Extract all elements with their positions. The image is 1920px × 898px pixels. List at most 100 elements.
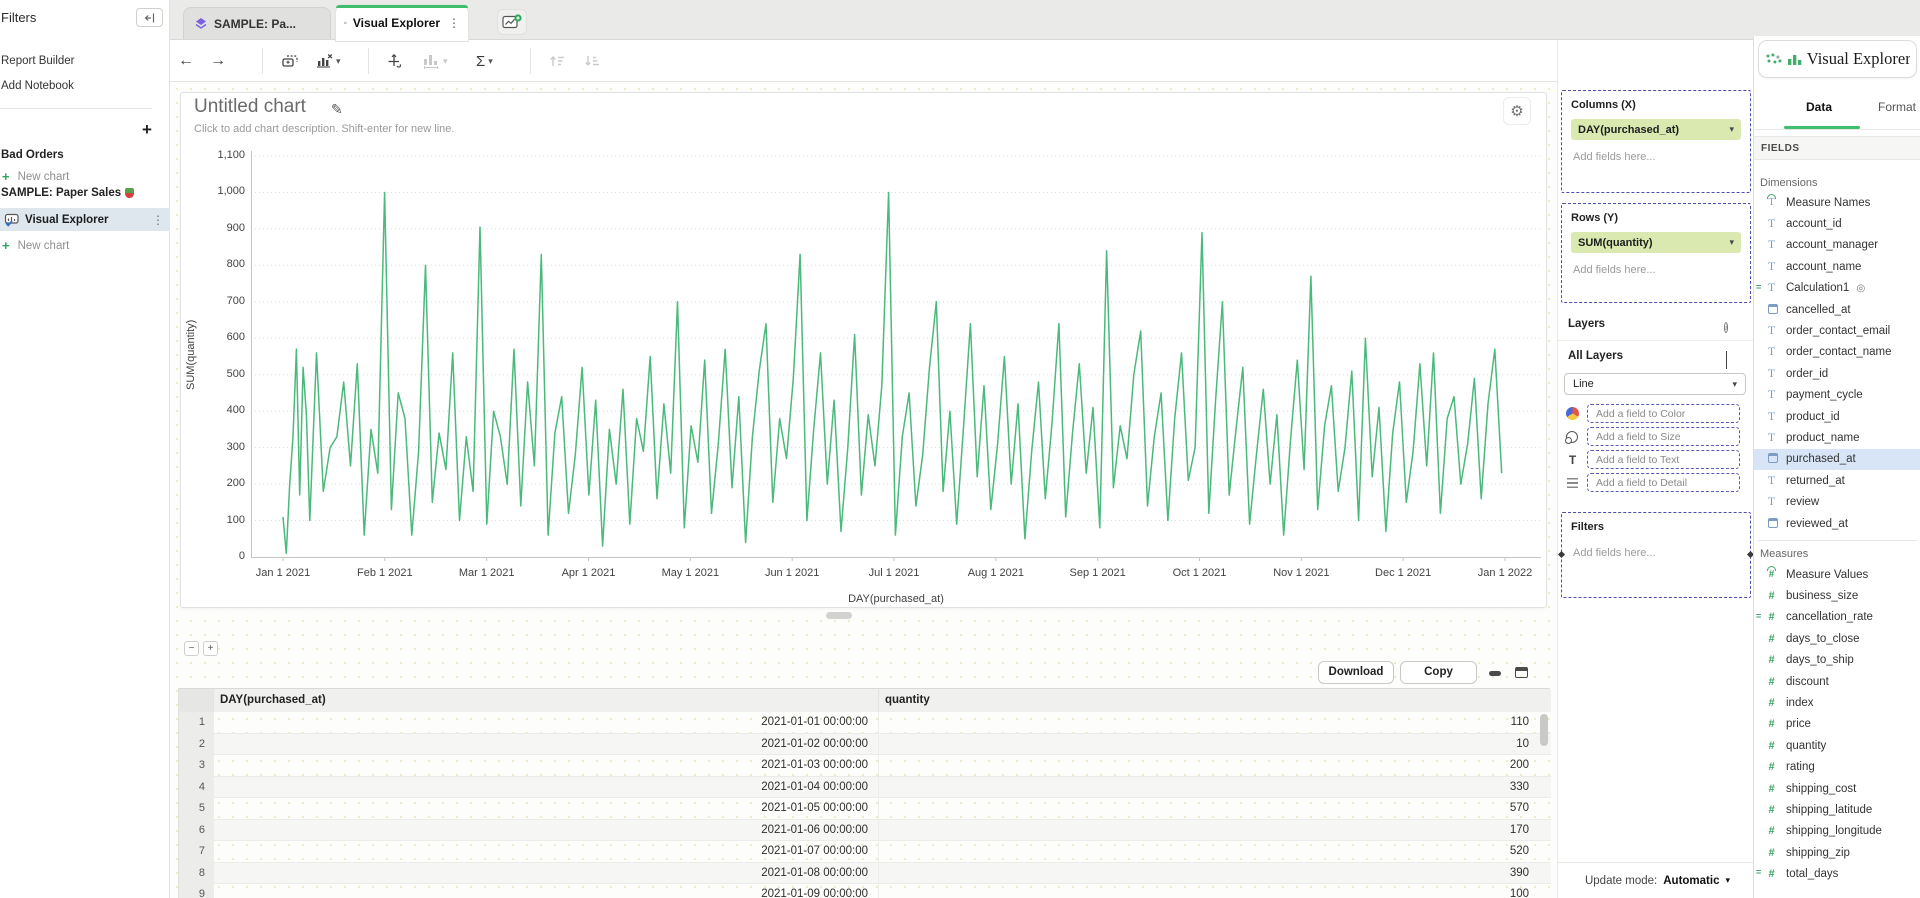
field-item-product-id[interactable]: Tproduct_id	[1754, 406, 1920, 427]
rows-y-field-pill[interactable]: SUM(quantity) ▾	[1571, 232, 1741, 253]
panel-resize-handle[interactable]	[826, 612, 852, 619]
field-item-days-to-close[interactable]: #days_to_close	[1754, 628, 1920, 649]
field-item-index[interactable]: #index	[1754, 692, 1920, 713]
caret-down-icon[interactable]: ▾	[1729, 124, 1734, 135]
sidebar-item-visual-explorer[interactable]: Visual Explorer ⋮	[0, 208, 170, 231]
edit-title-pencil-icon[interactable]: ✎	[331, 101, 343, 118]
filters-panel[interactable]: Filters Add fields here...	[1561, 512, 1751, 598]
field-item-price[interactable]: #price	[1754, 714, 1920, 735]
sidebar-item-report-builder[interactable]: Report Builder	[1, 55, 75, 67]
field-item-shipping-latitude[interactable]: #shipping_latitude	[1754, 799, 1920, 820]
field-item-account-name[interactable]: Taccount_name	[1754, 256, 1920, 277]
cell-quantity[interactable]: 200	[878, 755, 1551, 777]
table-row-4[interactable]: 42021-01-04 00:00:00330	[179, 777, 1550, 799]
expand-table-icon[interactable]	[1515, 667, 1528, 678]
add-workbook-button[interactable]: +	[142, 120, 152, 140]
zoom-out-button[interactable]: −	[184, 641, 199, 656]
field-item-account-manager[interactable]: Taccount_manager	[1754, 235, 1920, 256]
cell-date[interactable]: 2021-01-06 00:00:00	[213, 820, 878, 842]
field-item-measure-names[interactable]: TMeasure Names	[1754, 192, 1920, 213]
table-row-9[interactable]: 92021-01-09 00:00:00100	[179, 884, 1550, 898]
all-layers-label[interactable]: All Layers	[1568, 350, 1623, 362]
cell-quantity[interactable]: 330	[878, 777, 1551, 799]
field-item-discount[interactable]: #discount	[1754, 671, 1920, 692]
field-item-quantity[interactable]: #quantity	[1754, 735, 1920, 756]
field-item-measure-values[interactable]: #Measure Values	[1754, 564, 1920, 585]
field-item-reviewed-at[interactable]: reviewed_at	[1754, 513, 1920, 534]
sidebar-item-sample-paper-sales[interactable]: SAMPLE: Paper Sales	[1, 187, 134, 199]
cell-quantity[interactable]: 110	[878, 712, 1551, 734]
table-scrollbar-thumb[interactable]	[1540, 714, 1548, 746]
sidebar-item-new-chart-2[interactable]: +New chart	[2, 238, 69, 253]
copy-button[interactable]: Copy	[1400, 661, 1477, 684]
column-header-date[interactable]: DAY(purchased_at)	[213, 689, 878, 712]
caret-down-icon[interactable]: ▾	[1725, 875, 1730, 886]
collapse-layers-chevron-icon[interactable]	[1726, 352, 1727, 370]
cell-date[interactable]: 2021-01-04 00:00:00	[213, 777, 878, 799]
field-item-payment-cycle[interactable]: Tpayment_cycle	[1754, 385, 1920, 406]
sidebar-item-add-notebook[interactable]: Add Notebook	[1, 80, 74, 92]
field-item-account-id[interactable]: Taccount_id	[1754, 213, 1920, 234]
collapse-sidebar-button[interactable]	[136, 8, 163, 27]
line-chart-plot[interactable]	[251, 149, 1541, 561]
zoom-in-button[interactable]: +	[203, 641, 218, 656]
table-row-6[interactable]: 62021-01-06 00:00:00170	[179, 820, 1550, 842]
cell-date[interactable]: 2021-01-01 00:00:00	[213, 712, 878, 734]
table-row-5[interactable]: 52021-01-05 00:00:00570	[179, 798, 1550, 820]
layers-info-icon[interactable]: i	[1724, 317, 1728, 335]
chart-title[interactable]: Untitled chart	[194, 96, 306, 118]
field-item-cancellation-rate[interactable]: =#cancellation_rate	[1754, 607, 1920, 628]
caret-down-icon[interactable]: ▾	[1729, 237, 1734, 248]
kebab-menu-icon[interactable]: ⋮	[152, 213, 164, 227]
field-item-total-days[interactable]: =#total_days	[1754, 863, 1920, 884]
add-field-to-color-target[interactable]: Add a field to Color	[1587, 404, 1740, 423]
tab-data[interactable]: Data	[1806, 100, 1832, 114]
cell-date[interactable]: 2021-01-02 00:00:00	[213, 734, 878, 756]
duplicate-element-button[interactable]	[280, 40, 300, 82]
collapse-table-icon[interactable]	[1489, 671, 1501, 676]
table-row-7[interactable]: 72021-01-07 00:00:00520	[179, 841, 1550, 863]
field-item-order-contact-name[interactable]: Torder_contact_name	[1754, 342, 1920, 363]
forward-button[interactable]: →	[210, 40, 226, 82]
cell-quantity[interactable]: 10	[878, 734, 1551, 756]
table-row-2[interactable]: 22021-01-02 00:00:0010	[179, 734, 1550, 756]
table-row-3[interactable]: 32021-01-03 00:00:00200	[179, 755, 1550, 777]
field-item-business-size[interactable]: #business_size	[1754, 585, 1920, 606]
download-button[interactable]: Download	[1318, 661, 1394, 684]
column-header-quantity[interactable]: quantity	[878, 689, 1551, 712]
field-item-purchased-at[interactable]: purchased_at	[1754, 449, 1920, 470]
field-item-product-name[interactable]: Tproduct_name	[1754, 427, 1920, 448]
cell-date[interactable]: 2021-01-03 00:00:00	[213, 755, 878, 777]
cell-quantity[interactable]: 390	[878, 863, 1551, 885]
field-item-cancelled-at[interactable]: cancelled_at	[1754, 299, 1920, 320]
columns-add-fields-placeholder[interactable]: Add fields here...	[1571, 151, 1741, 163]
field-item-shipping-cost[interactable]: #shipping_cost	[1754, 778, 1920, 799]
field-item-review[interactable]: Treview	[1754, 491, 1920, 512]
add-field-to-text-target[interactable]: Add a field to Text	[1587, 450, 1740, 469]
field-item-returned-at[interactable]: Treturned_at	[1754, 470, 1920, 491]
move-axes-button[interactable]	[386, 40, 402, 82]
back-button[interactable]: ←	[178, 40, 194, 82]
add-field-to-size-target[interactable]: Add a field to Size	[1587, 427, 1740, 446]
sidebar-item-bad-orders[interactable]: Bad Orders	[1, 149, 64, 161]
field-item-rating[interactable]: #rating	[1754, 757, 1920, 778]
update-mode-value[interactable]: Automatic	[1663, 875, 1719, 887]
aggregate-button[interactable]: Σ ▾	[476, 40, 493, 82]
cell-quantity[interactable]: 100	[878, 884, 1551, 898]
tab-kebab-menu-icon[interactable]: ⋮	[448, 16, 460, 30]
columns-x-panel[interactable]: Columns (X) DAY(purchased_at) ▾ Add fiel…	[1561, 90, 1751, 193]
sidebar-item-new-chart-1[interactable]: +New chart	[2, 169, 69, 184]
field-item-order-contact-email[interactable]: Torder_contact_email	[1754, 320, 1920, 341]
add-page-button[interactable]	[497, 9, 527, 35]
add-field-to-detail-target[interactable]: Add a field to Detail	[1587, 473, 1740, 492]
rows-add-fields-placeholder[interactable]: Add fields here...	[1571, 264, 1741, 276]
cell-date[interactable]: 2021-01-08 00:00:00	[213, 863, 878, 885]
table-row-1[interactable]: 12021-01-01 00:00:00110	[179, 712, 1550, 734]
field-item-order-id[interactable]: Torder_id	[1754, 363, 1920, 384]
field-item-days-to-ship[interactable]: #days_to_ship	[1754, 650, 1920, 671]
tab-visual-explorer[interactable]: Visual Explorer ⋮	[336, 5, 468, 41]
filters-add-fields-placeholder[interactable]: Add fields here...	[1571, 547, 1741, 559]
chart-card[interactable]: Untitled chart ✎ Click to add chart desc…	[180, 92, 1547, 608]
mark-type-select[interactable]: Line ▾	[1564, 373, 1746, 395]
columns-x-field-pill[interactable]: DAY(purchased_at) ▾	[1571, 119, 1741, 140]
